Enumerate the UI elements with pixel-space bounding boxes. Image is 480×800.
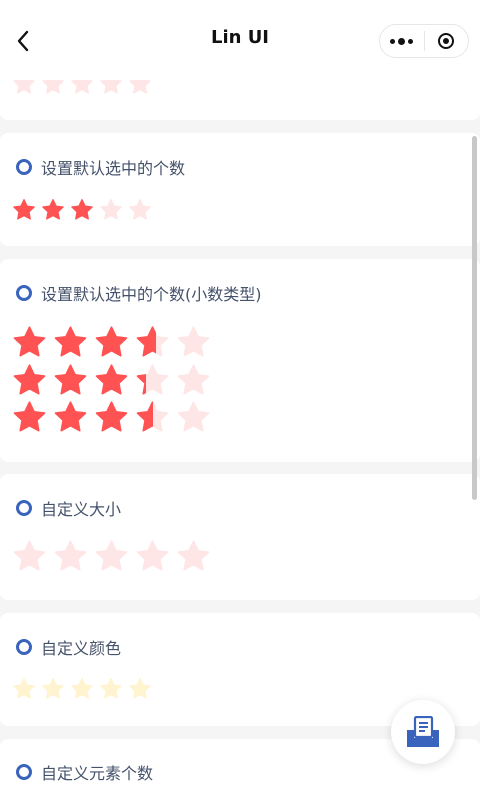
star-icon[interactable] xyxy=(128,198,152,222)
more-dots-icon xyxy=(390,37,414,45)
mini-program-capsule xyxy=(379,24,469,58)
section-header: 自定义大小 xyxy=(16,498,122,519)
card-decimal-selected: 设置默认选中的个数(小数类型) xyxy=(0,259,480,462)
circle-icon xyxy=(16,285,32,301)
close-miniprogram-button[interactable] xyxy=(425,25,469,57)
section-header: 自定义元素个数 xyxy=(16,762,154,783)
star-icon[interactable] xyxy=(135,539,170,574)
card-custom-size: 自定义大小 xyxy=(0,474,480,600)
section-title: 设置默认选中的个数 xyxy=(41,159,186,178)
star-icon[interactable] xyxy=(176,325,211,360)
star-icon[interactable] xyxy=(94,363,129,398)
star-icon[interactable] xyxy=(12,325,47,360)
star-icon[interactable] xyxy=(41,198,65,222)
section-header: 设置默认选中的个数(小数类型) xyxy=(16,283,262,304)
star-icon[interactable] xyxy=(53,400,88,435)
target-close-icon xyxy=(438,33,455,49)
star-icon[interactable] xyxy=(70,198,94,222)
star-icon[interactable] xyxy=(53,325,88,360)
section-title: 自定义大小 xyxy=(41,500,122,519)
scrollbar[interactable] xyxy=(472,136,477,500)
section-title: 自定义颜色 xyxy=(41,639,122,658)
floating-doc-button[interactable] xyxy=(391,700,455,764)
star-icon[interactable] xyxy=(12,539,47,574)
star-icon[interactable] xyxy=(12,677,36,701)
rate-custom-color[interactable] xyxy=(12,677,152,701)
star-icon[interactable] xyxy=(135,363,170,398)
section-title: 自定义元素个数 xyxy=(41,764,154,783)
star-icon[interactable] xyxy=(128,677,152,701)
document-box-icon xyxy=(407,716,439,747)
star-icon[interactable] xyxy=(176,539,211,574)
rate-decimal-row-2[interactable] xyxy=(12,363,211,398)
star-icon[interactable] xyxy=(12,400,47,435)
star-icon[interactable] xyxy=(53,363,88,398)
circle-icon xyxy=(16,500,32,516)
more-button[interactable] xyxy=(380,25,424,57)
section-header: 自定义颜色 xyxy=(16,637,122,658)
star-icon[interactable] xyxy=(94,400,129,435)
star-icon[interactable] xyxy=(99,198,123,222)
circle-icon xyxy=(16,159,32,175)
star-icon[interactable] xyxy=(99,677,123,701)
star-icon[interactable] xyxy=(176,400,211,435)
card-default-selected: 设置默认选中的个数 xyxy=(0,133,480,246)
section-title: 设置默认选中的个数(小数类型) xyxy=(41,285,262,304)
rate-decimal-row-3[interactable] xyxy=(12,400,211,435)
star-icon[interactable] xyxy=(94,539,129,574)
star-icon[interactable] xyxy=(135,325,170,360)
star-icon[interactable] xyxy=(176,363,211,398)
circle-icon xyxy=(16,764,32,780)
navigation-bar: Lin UI xyxy=(0,0,480,80)
rate-custom-size[interactable] xyxy=(12,539,211,574)
star-icon[interactable] xyxy=(70,677,94,701)
rate-decimal-row-1[interactable] xyxy=(12,325,211,360)
rate-default-selected[interactable] xyxy=(12,198,152,222)
star-icon[interactable] xyxy=(94,325,129,360)
star-icon[interactable] xyxy=(53,539,88,574)
star-icon[interactable] xyxy=(41,677,65,701)
section-header: 设置默认选中的个数 xyxy=(16,157,186,178)
star-icon[interactable] xyxy=(135,400,170,435)
circle-icon xyxy=(16,639,32,655)
back-button[interactable] xyxy=(10,26,36,56)
star-icon[interactable] xyxy=(12,363,47,398)
chevron-left-icon xyxy=(17,30,29,52)
star-icon[interactable] xyxy=(12,198,36,222)
